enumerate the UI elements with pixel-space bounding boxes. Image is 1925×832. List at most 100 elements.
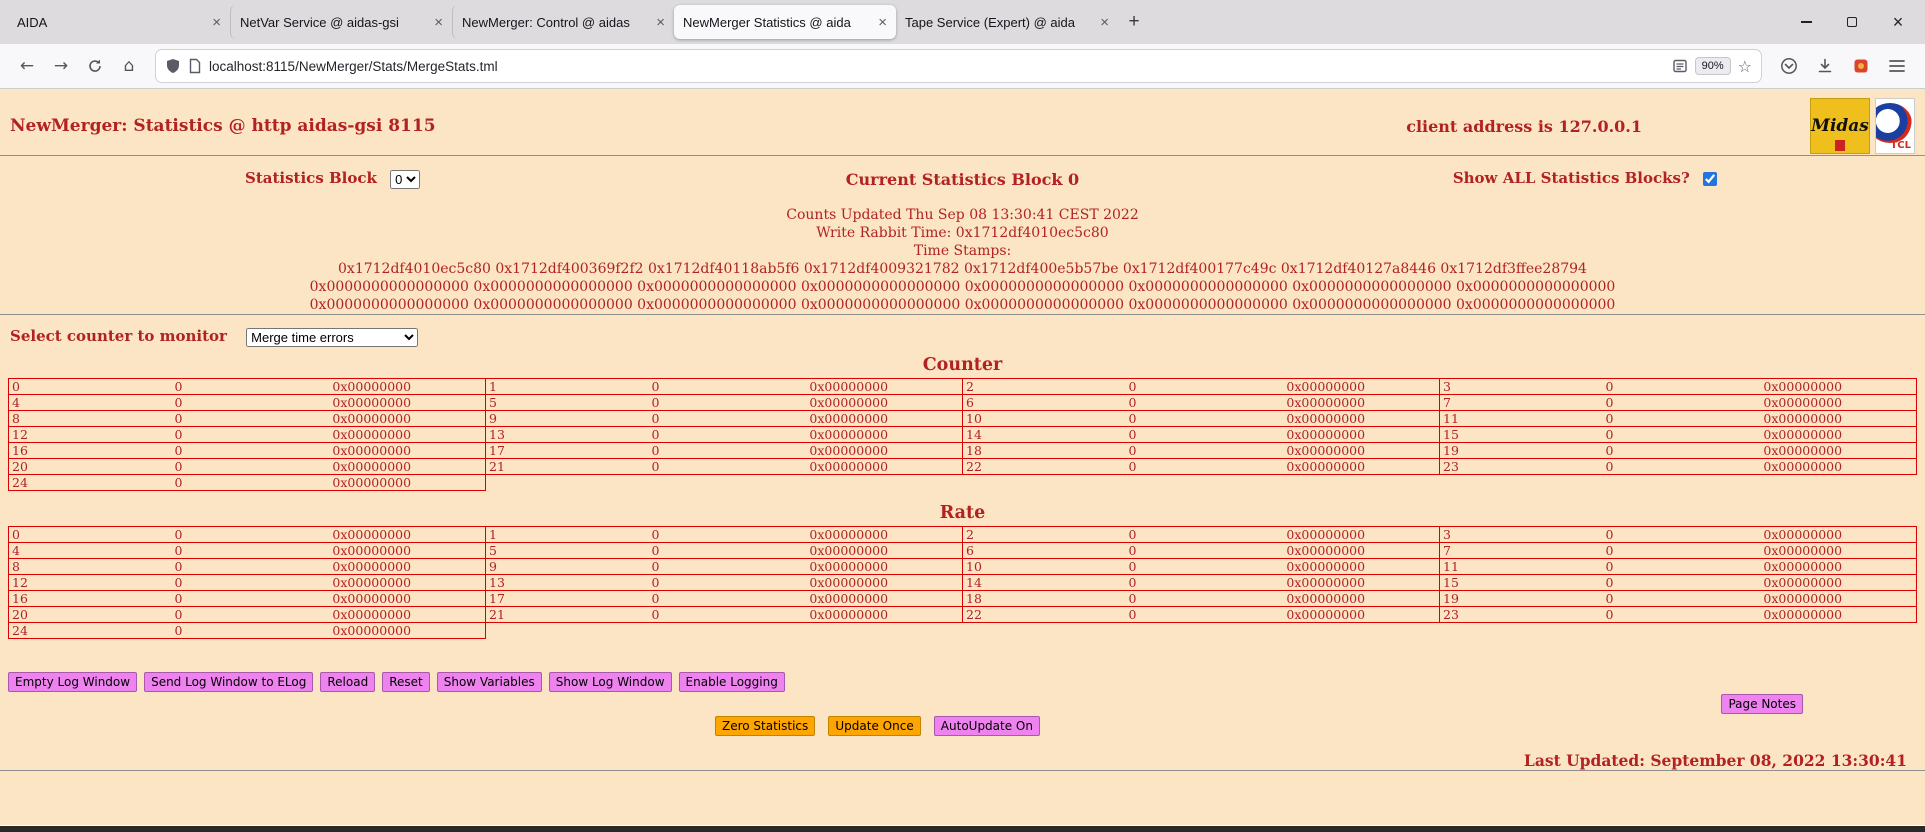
table-cell: 15: [1440, 426, 1530, 442]
reset-button[interactable]: Reset: [382, 672, 430, 692]
table-cell: 0x00000000: [1213, 574, 1440, 590]
table-cell: 0: [99, 458, 259, 474]
table-cell: 0x00000000: [1213, 458, 1440, 474]
forward-button[interactable]: →: [44, 50, 78, 82]
tab-newmerger-control[interactable]: NewMerger: Control @ aidas ×: [452, 5, 674, 39]
url-bar[interactable]: localhost:8115/NewMerger/Stats/MergeStat…: [156, 50, 1761, 82]
show-log-window-button[interactable]: Show Log Window: [549, 672, 672, 692]
pocket-button[interactable]: [1771, 50, 1807, 82]
close-button[interactable]: ×: [1887, 11, 1909, 33]
tab-newmerger-statistics[interactable]: NewMerger Statistics @ aida ×: [674, 5, 896, 39]
table-cell: 0: [576, 590, 736, 606]
table-cell: 0x00000000: [259, 574, 486, 590]
tcl-logo-text: TCL: [1890, 140, 1911, 151]
table-row: 2400x00000000: [9, 622, 1917, 638]
downloads-button[interactable]: [1807, 50, 1843, 82]
update-once-button[interactable]: Update Once: [828, 716, 920, 736]
table-cell: 0x00000000: [1690, 378, 1917, 394]
table-cell: 23: [1440, 606, 1530, 622]
enable-logging-button[interactable]: Enable Logging: [679, 672, 785, 692]
tab-title: AIDA: [17, 15, 206, 30]
home-button[interactable]: ⌂: [112, 50, 146, 82]
table-cell: 0x00000000: [736, 606, 963, 622]
page-title: NewMerger: Statistics @ http aidas-gsi 8…: [10, 116, 1406, 136]
download-icon: [1816, 57, 1834, 75]
table-cell: 0: [1530, 426, 1690, 442]
reload-page-button[interactable]: Reload: [320, 672, 375, 692]
table-cell: 0x00000000: [1213, 426, 1440, 442]
table-cell: 0x00000000: [259, 458, 486, 474]
tab-tape-service[interactable]: Tape Service (Expert) @ aida ×: [896, 5, 1118, 39]
table-cell: 8: [9, 410, 99, 426]
table-cell: 17: [486, 442, 576, 458]
statistics-block-select[interactable]: 0: [390, 170, 420, 189]
table-cell: 12: [9, 574, 99, 590]
back-button[interactable]: ←: [10, 50, 44, 82]
table-cell: 0: [1530, 378, 1690, 394]
zoom-level-badge[interactable]: 90%: [1695, 57, 1731, 75]
table-row: 1200x000000001300x000000001400x000000001…: [9, 574, 1917, 590]
table-cell: 0x00000000: [736, 442, 963, 458]
tab-aida[interactable]: AIDA ×: [8, 5, 230, 39]
table-cell: 0: [1530, 590, 1690, 606]
table-cell: 0: [1053, 378, 1213, 394]
table-cell: 10: [963, 410, 1053, 426]
table-cell: 1: [486, 378, 576, 394]
extension-icon: [1852, 57, 1870, 75]
table-cell: 0: [1530, 526, 1690, 542]
minimize-button[interactable]: [1795, 11, 1817, 33]
table-cell: 0: [576, 394, 736, 410]
divider: [0, 155, 1925, 156]
table-row: 2400x00000000: [9, 474, 1917, 490]
page-notes-row: Page Notes: [0, 693, 1925, 714]
autoupdate-button[interactable]: AutoUpdate On: [934, 716, 1040, 736]
table-cell: 0: [1530, 558, 1690, 574]
table-cell: 17: [486, 590, 576, 606]
tab-close-icon[interactable]: ×: [1100, 15, 1109, 30]
table-cell: 16: [9, 590, 99, 606]
table-cell: 0x00000000: [736, 426, 963, 442]
table-cell: 0x00000000: [736, 526, 963, 542]
show-all-blocks-checkbox[interactable]: [1703, 172, 1717, 186]
menu-button[interactable]: [1879, 50, 1915, 82]
table-row: 800x00000000900x000000001000x00000000110…: [9, 410, 1917, 426]
table-row: 2000x000000002100x000000002200x000000002…: [9, 458, 1917, 474]
table-cell: 20: [9, 606, 99, 622]
counter-monitor-select[interactable]: Merge time errors: [246, 328, 418, 347]
zero-statistics-button[interactable]: Zero Statistics: [715, 716, 815, 736]
reader-view-icon[interactable]: [1672, 58, 1688, 74]
url-text[interactable]: localhost:8115/NewMerger/Stats/MergeStat…: [202, 59, 1672, 74]
pocket-icon: [1780, 57, 1798, 75]
table-cell: 0x00000000: [1690, 590, 1917, 606]
tab-close-icon[interactable]: ×: [878, 15, 887, 30]
table-cell: 0x00000000: [1213, 558, 1440, 574]
reload-button[interactable]: [78, 50, 112, 82]
table-cell: 22: [963, 458, 1053, 474]
table-cell: 24: [9, 474, 99, 490]
extension-button[interactable]: [1843, 50, 1879, 82]
tab-close-icon[interactable]: ×: [212, 15, 221, 30]
page-notes-button[interactable]: Page Notes: [1721, 694, 1803, 714]
bookmark-star-icon[interactable]: ☆: [1738, 57, 1752, 76]
maximize-button[interactable]: [1841, 11, 1863, 33]
table-cell: 0: [576, 458, 736, 474]
statistics-block-label: Statistics Block: [245, 169, 377, 187]
tab-close-icon[interactable]: ×: [434, 15, 443, 30]
table-cell: 0: [1530, 542, 1690, 558]
tab-close-icon[interactable]: ×: [656, 15, 665, 30]
tab-bar: AIDA × NetVar Service @ aidas-gsi × NewM…: [0, 0, 1925, 44]
table-cell: 0: [1530, 606, 1690, 622]
tab-netvar-service[interactable]: NetVar Service @ aidas-gsi ×: [230, 5, 452, 39]
show-variables-button[interactable]: Show Variables: [437, 672, 542, 692]
table-cell: 0x00000000: [1690, 574, 1917, 590]
table-cell: 0: [1053, 442, 1213, 458]
client-address: client address is 127.0.0.1: [1406, 117, 1642, 136]
send-log-window-to-elog-button[interactable]: Send Log Window to ELog: [144, 672, 313, 692]
empty-log-window-button[interactable]: Empty Log Window: [8, 672, 137, 692]
table-cell: 0x00000000: [736, 574, 963, 590]
new-tab-button[interactable]: +: [1118, 6, 1150, 38]
table-cell: 4: [9, 542, 99, 558]
table-row: 1200x000000001300x000000001400x000000001…: [9, 426, 1917, 442]
minimize-icon: [1801, 21, 1812, 23]
table-cell: 0: [99, 442, 259, 458]
